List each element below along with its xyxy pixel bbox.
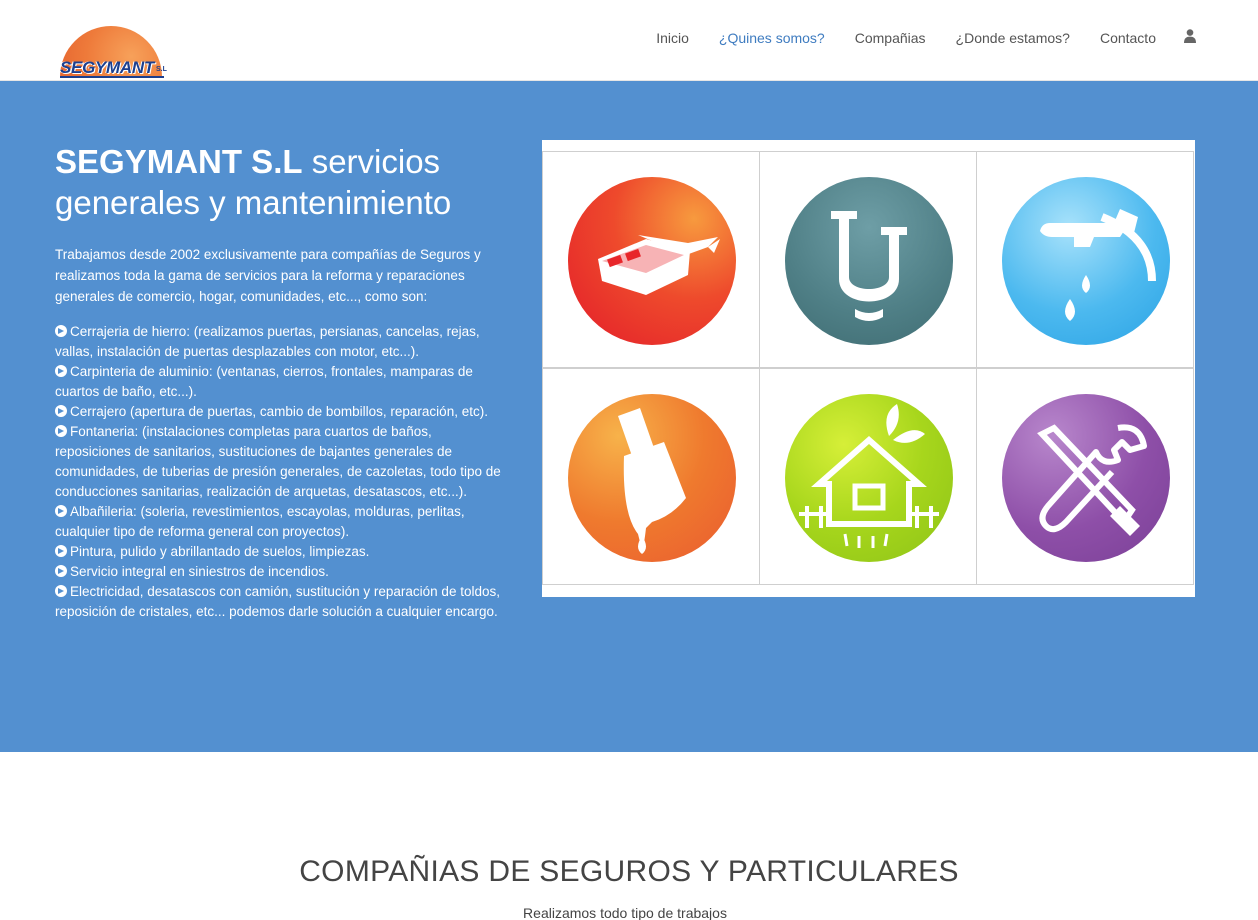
hero-title-brand: SEGYMANT S.L bbox=[55, 143, 303, 180]
services-icon-grid bbox=[542, 140, 1195, 597]
main-nav: Inicio ¿Quines somos? Compañias ¿Donde e… bbox=[626, 29, 1196, 46]
logo-underline bbox=[60, 76, 164, 78]
site-header: SEGYMANT S.L Inicio ¿Quines somos? Compa… bbox=[0, 0, 1258, 81]
grid-cell-gardening bbox=[759, 368, 977, 585]
house-garden-icon bbox=[785, 394, 953, 562]
faucet-icon bbox=[1002, 177, 1170, 345]
service-text: Fontaneria: (instalaciones completas par… bbox=[55, 424, 501, 499]
grid-cell-masonry bbox=[542, 151, 760, 368]
brick-trowel-icon bbox=[568, 177, 736, 345]
icon-grid bbox=[542, 151, 1195, 586]
service-item: Pintura, pulido y abrillantado de suelos… bbox=[55, 542, 507, 562]
service-item: Albañileria: (soleria, revestimientos, e… bbox=[55, 502, 507, 542]
service-text: Carpinteria de aluminio: (ventanas, cier… bbox=[55, 364, 473, 399]
pipe-icon bbox=[785, 177, 953, 345]
segymant-logo[interactable]: SEGYMANT S.L bbox=[58, 24, 170, 80]
nav-companias[interactable]: Compañias bbox=[855, 30, 926, 46]
logo-text: SEGYMANT bbox=[60, 58, 154, 77]
nav-inicio[interactable]: Inicio bbox=[656, 30, 689, 46]
service-item: Cerrajeria de hierro: (realizamos puerta… bbox=[55, 322, 507, 362]
arrow-circle-right-icon bbox=[55, 545, 67, 557]
service-text: Cerrajeria de hierro: (realizamos puerta… bbox=[55, 324, 480, 359]
section-title: COMPAÑIAS DE SEGUROS Y PARTICULARES bbox=[299, 855, 959, 888]
service-text: Albañileria: (soleria, revestimientos, e… bbox=[55, 504, 465, 539]
arrow-circle-right-icon bbox=[55, 425, 67, 437]
nav-donde-estamos[interactable]: ¿Donde estamos? bbox=[956, 30, 1070, 46]
hero-intro: Trabajamos desde 2002 exclusivamente par… bbox=[55, 247, 481, 304]
grid-cell-repairs bbox=[976, 368, 1194, 585]
arrow-circle-right-icon bbox=[55, 405, 67, 417]
service-item: Cerrajero (apertura de puertas, cambio d… bbox=[55, 402, 507, 422]
grid-cell-painting bbox=[542, 368, 760, 585]
hero-title: SEGYMANT S.L servicios generales y mante… bbox=[55, 141, 525, 223]
arrow-circle-right-icon bbox=[55, 565, 67, 577]
arrow-circle-right-icon bbox=[55, 585, 67, 597]
service-text: Electricidad, desatascos con camión, sus… bbox=[55, 584, 500, 619]
grid-cell-plumbing bbox=[759, 151, 977, 368]
service-text: Servicio integral en siniestros de incen… bbox=[70, 564, 329, 579]
service-text: Cerrajero (apertura de puertas, cambio d… bbox=[70, 404, 488, 419]
service-text: Pintura, pulido y abrillantado de suelos… bbox=[70, 544, 370, 559]
arrow-circle-right-icon bbox=[55, 505, 67, 517]
service-item: Servicio integral en siniestros de incen… bbox=[55, 562, 507, 582]
service-item: Fontaneria: (instalaciones completas par… bbox=[55, 422, 507, 502]
tools-icon bbox=[1002, 394, 1170, 562]
logo-suffix: S.L bbox=[156, 66, 167, 73]
services-list: Cerrajeria de hierro: (realizamos puerta… bbox=[55, 322, 507, 622]
user-icon[interactable] bbox=[1184, 29, 1196, 43]
arrow-circle-right-icon bbox=[55, 325, 67, 337]
paint-brush-icon bbox=[568, 394, 736, 562]
hero-section: SEGYMANT S.L servicios generales y mante… bbox=[0, 81, 1258, 752]
service-item: Carpinteria de aluminio: (ventanas, cier… bbox=[55, 362, 507, 402]
arrow-circle-right-icon bbox=[55, 365, 67, 377]
nav-quienes-somos[interactable]: ¿Quines somos? bbox=[719, 30, 825, 46]
service-item: Electricidad, desatascos con camión, sus… bbox=[55, 582, 507, 622]
nav-contacto[interactable]: Contacto bbox=[1100, 30, 1156, 46]
grid-cell-faucet bbox=[976, 151, 1194, 368]
section-subtitle: Realizamos todo tipo de trabajos bbox=[523, 905, 727, 920]
